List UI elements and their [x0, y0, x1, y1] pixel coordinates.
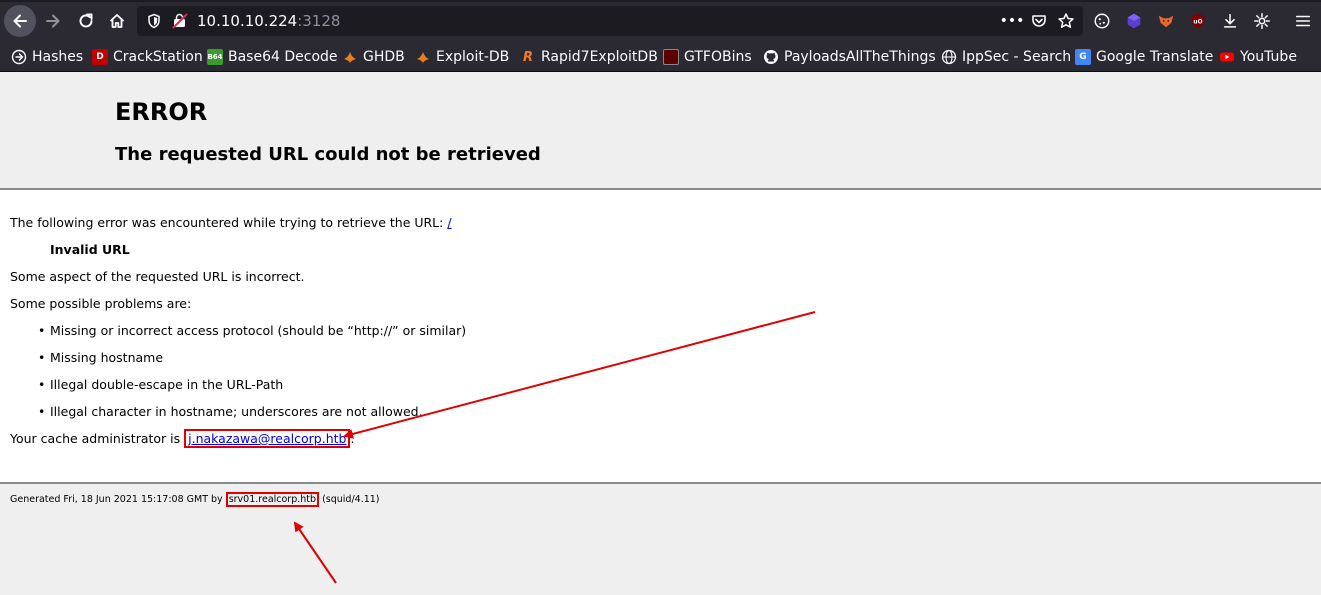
page-title: ERROR — [115, 98, 208, 126]
problem-text: Illegal character in hostname; underscor… — [50, 404, 423, 419]
admin-prefix: Your cache administrator is — [10, 431, 185, 446]
list-item: • Illegal character in hostname; undersco… — [38, 404, 423, 419]
bookmark-payloadsallthethings[interactable]: PayloadsAllTheThings — [763, 47, 936, 67]
bookmark-rapid7-exploitdb[interactable]: R Rapid7ExploitDB — [520, 47, 658, 67]
error-title-box: ERROR The requested URL could not be ret… — [0, 72, 1321, 190]
email-highlight-box: j.nakazawa@realcorp.htb — [184, 429, 351, 448]
url-text[interactable]: 10.10.10.224:3128 — [197, 12, 340, 30]
insecure-connection-icon[interactable] — [172, 13, 188, 29]
bookmark-google-translate[interactable]: G Google Translate — [1075, 47, 1213, 67]
list-item: • Missing hostname — [38, 350, 163, 365]
bookmark-label: Rapid7ExploitDB — [541, 49, 658, 65]
bookmark-base64-decode[interactable]: B64 Base64 Decode — [207, 47, 338, 67]
bookmark-label: Base64 Decode — [228, 49, 338, 65]
address-bar[interactable]: 10.10.10.224:3128 ••• — [137, 6, 1083, 36]
error-intro: The following error was encountered whil… — [10, 215, 452, 230]
globe-icon — [941, 49, 957, 65]
bookmark-label: PayloadsAllTheThings — [784, 49, 936, 65]
exploit-db-icon — [342, 49, 358, 65]
star-icon[interactable] — [1057, 12, 1075, 30]
foxyproxy-extension-icon[interactable] — [1156, 11, 1176, 31]
bookmark-label: CrackStation — [113, 49, 203, 65]
intro-text: The following error was encountered whil… — [10, 215, 448, 230]
ellipsis-icon[interactable]: ••• — [1000, 12, 1025, 30]
bookmark-ippsec-search[interactable]: IppSec - Search — [941, 47, 1071, 67]
hostname-highlight-box: srv01.realcorp.htb — [225, 492, 320, 507]
problem-text: Missing or incorrect access protocol (sh… — [50, 323, 467, 338]
cache-admin-line: Your cache administrator is j.nakazawa@r… — [10, 429, 354, 448]
page-footer: Generated Fri, 18 Jun 2021 15:17:08 GMT … — [0, 482, 1321, 595]
forward-arrow-icon — [46, 14, 60, 28]
bookmark-youtube[interactable]: YouTube — [1219, 47, 1297, 67]
footer-suffix: (squid/4.11) — [319, 494, 380, 505]
list-item: • Missing or incorrect access protocol (s… — [38, 323, 466, 338]
crackstation-icon: D — [92, 49, 108, 65]
bookmark-label: YouTube — [1240, 49, 1297, 65]
footer-prefix: Generated Fri, 18 Jun 2021 15:17:08 GMT … — [10, 494, 226, 505]
error-name: Invalid URL — [50, 242, 130, 257]
ublock-origin-icon[interactable]: uO — [1188, 11, 1208, 31]
svg-text:uO: uO — [1193, 20, 1202, 26]
bookmark-exploit-db[interactable]: Exploit-DB — [415, 47, 509, 67]
problem-text: Illegal double-escape in the URL-Path — [50, 377, 284, 392]
bookmark-crackstation[interactable]: D CrackStation — [92, 47, 203, 67]
generated-info: Generated Fri, 18 Jun 2021 15:17:08 GMT … — [10, 492, 380, 507]
page-subtitle: The requested URL could not be retrieved — [115, 144, 541, 165]
bullet-icon: • — [38, 404, 46, 419]
footer-hostname: srv01.realcorp.htb — [228, 494, 317, 505]
github-icon — [763, 49, 779, 65]
tab-strip-edge — [0, 0, 1321, 2]
bullet-icon: • — [38, 377, 46, 392]
url-port: :3128 — [297, 12, 341, 30]
pocket-icon[interactable] — [1030, 12, 1048, 30]
hamburger-menu-icon[interactable] — [1293, 11, 1313, 31]
bullet-icon: • — [38, 350, 46, 365]
rapid7-icon: R — [522, 49, 533, 65]
problem-text: Missing hostname — [50, 350, 164, 365]
requested-url-link[interactable]: / — [447, 215, 451, 230]
exploit-db-icon — [415, 49, 431, 65]
home-button[interactable] — [102, 6, 132, 36]
forward-button[interactable] — [38, 6, 68, 36]
bookmark-hashes[interactable]: Hashes — [11, 47, 83, 67]
admin-email-link[interactable]: j.nakazawa@realcorp.htb — [188, 431, 346, 446]
home-icon — [109, 14, 125, 28]
b64-icon: B64 — [207, 49, 223, 65]
purple-cube-extension-icon[interactable] — [1124, 11, 1144, 31]
bookmark-label: Exploit-DB — [436, 49, 510, 65]
globe-icon — [11, 49, 27, 65]
bookmark-label: GTFOBins — [684, 49, 752, 65]
bookmark-gtfobins[interactable]: GTFOBins — [663, 47, 752, 67]
youtube-icon — [1219, 49, 1235, 65]
tracking-protection-shield-icon[interactable] — [146, 13, 162, 29]
bookmark-ghdb[interactable]: GHDB — [342, 47, 405, 67]
url-host: 10.10.10.224 — [197, 12, 298, 30]
back-arrow-icon — [13, 14, 27, 28]
google-translate-icon: G — [1075, 49, 1091, 65]
gear-icon[interactable] — [1252, 11, 1272, 31]
back-button[interactable] — [4, 5, 36, 37]
bookmark-label: Hashes — [32, 49, 84, 65]
bookmark-label: GHDB — [363, 49, 405, 65]
reload-icon — [79, 13, 93, 28]
page-viewport: ERROR The requested URL could not be ret… — [0, 72, 1321, 595]
reload-button[interactable] — [71, 6, 101, 36]
browser-toolbar: 10.10.10.224:3128 ••• uO — [0, 0, 1321, 41]
gtfobins-icon — [663, 49, 679, 65]
problems-heading: Some possible problems are: — [10, 296, 192, 311]
cookie-extension-icon[interactable] — [1092, 11, 1112, 31]
admin-suffix: . — [350, 431, 355, 446]
error-aspect: Some aspect of the requested URL is inco… — [10, 269, 305, 284]
bookmarks-toolbar: Hashes D CrackStation B64 Base64 Decode … — [0, 41, 1321, 72]
bullet-icon: • — [38, 323, 46, 338]
bookmark-label: IppSec - Search — [962, 49, 1072, 65]
download-icon[interactable] — [1220, 11, 1240, 31]
bookmark-label: Google Translate — [1096, 49, 1214, 65]
list-item: • Illegal double-escape in the URL-Path — [38, 377, 283, 392]
